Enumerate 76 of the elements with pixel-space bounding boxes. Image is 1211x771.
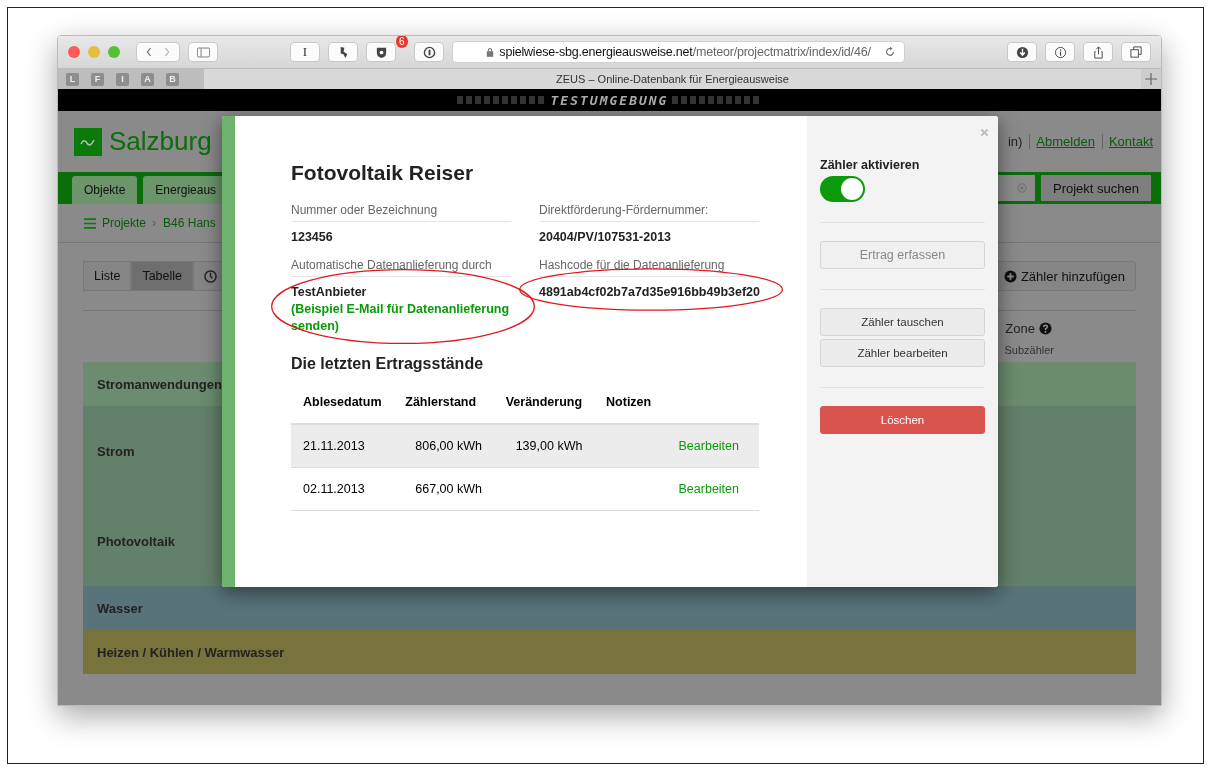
share-icon — [1091, 45, 1105, 59]
edit-link[interactable]: Bearbeiten — [678, 482, 753, 496]
info-button[interactable] — [1045, 42, 1075, 62]
category-name: Strom — [97, 443, 135, 459]
reader-button[interactable]: I — [290, 42, 320, 62]
url-text: spielwiese-sbg.energieausweise.net/meteor/projectmatrix/index/id/46/ — [499, 45, 871, 59]
help-icon[interactable] — [1039, 322, 1052, 335]
breadcrumb-link[interactable]: Projekte — [102, 216, 147, 230]
table-cell: 02.11.2013 — [291, 467, 394, 511]
logo-icon — [74, 127, 102, 156]
field-value: 20404/PV/107531-2013 — [539, 229, 673, 246]
toggle-label: Zähler aktivieren — [820, 158, 921, 172]
pinned-tab[interactable]: I — [116, 72, 129, 86]
tabs-icon — [1129, 45, 1143, 59]
close-window-icon[interactable] — [68, 46, 80, 58]
sidebar-icon — [196, 45, 210, 59]
pinned-tab[interactable]: A — [141, 72, 154, 86]
circle-icon — [422, 45, 436, 59]
zone-label: Zone — [1005, 321, 1035, 336]
pinned-tab[interactable]: B — [166, 72, 179, 86]
header-link[interactable]: Kontakt — [1101, 134, 1153, 149]
email-example-link[interactable]: (Beispiel E-Mail für Datenanlieferung senden) — [291, 301, 511, 335]
field-label: Hashcode für die Datenanlieferung — [539, 258, 759, 277]
field-label: Direktförderung-Fördernummer: — [539, 203, 759, 222]
browser-tab[interactable]: ZEUS – Online-Datenbank für Energieausweise — [204, 69, 1141, 89]
banner-text: TESTUMGEBUNG — [550, 92, 669, 108]
table-cell: 139,00 kWh — [493, 424, 595, 468]
share-button[interactable] — [1083, 42, 1113, 62]
logo-text: Salzburg — [109, 126, 212, 157]
header-link[interactable]: Abmelden — [1029, 134, 1095, 149]
lock-icon — [486, 47, 495, 57]
address-bar[interactable]: spielwiese-sbg.energieausweise.net/meteor/projectmatrix/index/id/46/ — [452, 41, 905, 63]
clock-icon — [204, 269, 218, 283]
extension-button[interactable] — [366, 42, 396, 62]
category-name: Heizen / Kühlen / Warmwasser — [97, 644, 285, 660]
nav-tab[interactable]: Objekte — [72, 176, 138, 204]
table-cell: 806,00 kWh — [393, 424, 494, 468]
category-name: Stromanwendungen — [97, 376, 222, 392]
delete-button[interactable]: Löschen — [820, 406, 985, 434]
activate-toggle[interactable] — [820, 176, 865, 202]
tabs-overview-button[interactable] — [1121, 42, 1151, 62]
download-icon — [1015, 45, 1029, 59]
sidebar-button[interactable]: Zähler tauschen — [820, 308, 985, 336]
view-toggle-button[interactable]: Liste — [83, 261, 132, 291]
dialog-title: Fotovoltaik Reiser — [291, 161, 475, 185]
back-icon[interactable] — [145, 46, 153, 58]
breadcrumb-link[interactable]: B46 Hans — [163, 216, 216, 230]
category-name: Wasser — [97, 600, 143, 616]
extension-button[interactable] — [414, 42, 444, 62]
edit-link[interactable]: Bearbeiten — [678, 439, 753, 453]
login-text: in) — [1007, 134, 1023, 149]
field-value: 123456 — [291, 229, 334, 246]
field-label: Automatische Datenanlieferung durch — [291, 258, 511, 277]
info-icon — [1053, 45, 1067, 59]
chevron-icon — [152, 218, 158, 228]
reload-icon[interactable] — [884, 46, 896, 58]
table-cell: 667,00 kWh — [393, 467, 494, 511]
plus-circle-icon — [1003, 269, 1017, 283]
pinned-tab[interactable]: F — [91, 72, 104, 86]
section-heading: Die letzten Ertragsstände — [291, 355, 485, 373]
sidebar-button[interactable]: Zähler bearbeiten — [820, 339, 985, 367]
field-value: TestAnbieter (Beispiel E-Mail für Datenanlieferung senden) — [291, 284, 511, 335]
download-button[interactable] — [1007, 42, 1037, 62]
forward-icon[interactable] — [163, 46, 171, 58]
search-button[interactable]: Projekt suchen — [1041, 175, 1151, 201]
column-heading: Subzähler — [1004, 344, 1054, 356]
extension-button[interactable] — [328, 42, 358, 62]
field-value: 4891ab4cf02b7a7d35e916bb49b3ef20 — [539, 284, 759, 301]
sidebar-button[interactable] — [188, 42, 218, 62]
view-toggle-button[interactable]: Tabelle — [131, 261, 194, 291]
field-label: Nummer oder Bezeichnung — [291, 203, 511, 222]
notification-badge: 6 — [396, 36, 408, 48]
table-cell: 21.11.2013 — [291, 424, 394, 468]
category-name: Photovoltaik — [97, 533, 175, 549]
pinned-tab[interactable]: L — [66, 72, 79, 86]
shield-icon — [374, 45, 388, 59]
